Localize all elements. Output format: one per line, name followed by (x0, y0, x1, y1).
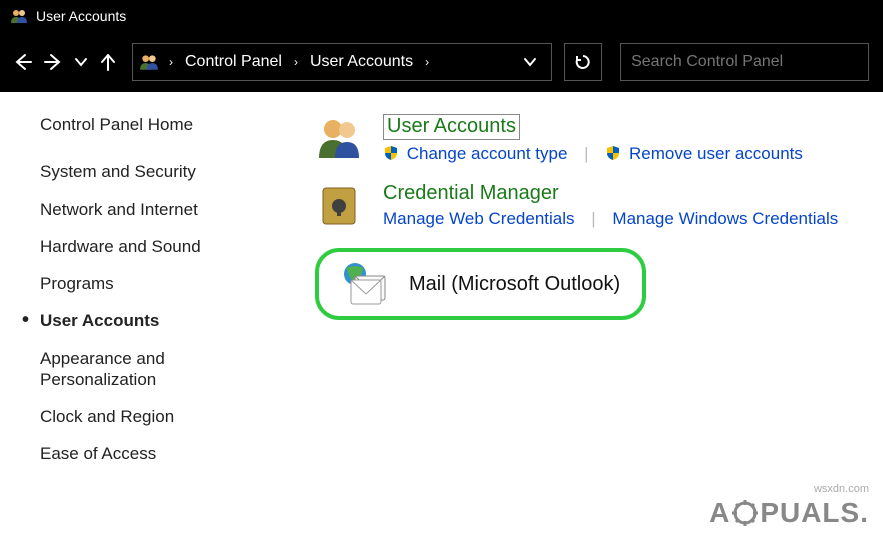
sidebar: Control Panel Home System and Security N… (0, 114, 255, 481)
watermark-sub: wsxdn.com (814, 483, 869, 495)
sidebar-item-hardware[interactable]: Hardware and Sound (40, 236, 255, 257)
main-content: User Accounts Change account type | Remo… (255, 114, 883, 481)
link-remove-user-accounts[interactable]: Remove user accounts (629, 144, 803, 163)
link-manage-web-credentials[interactable]: Manage Web Credentials (383, 209, 575, 228)
sidebar-item-ease[interactable]: Ease of Access (40, 443, 255, 464)
section-user-accounts: User Accounts Change account type | Remo… (315, 114, 863, 164)
breadcrumb[interactable]: › Control Panel › User Accounts › (132, 43, 552, 81)
chevron-right-icon[interactable]: › (288, 55, 304, 69)
user-accounts-icon (315, 114, 363, 162)
back-button[interactable] (8, 48, 36, 76)
search-input[interactable] (621, 53, 868, 71)
search-box[interactable] (620, 43, 869, 81)
heading-user-accounts[interactable]: User Accounts (383, 114, 520, 140)
sidebar-item-clock[interactable]: Clock and Region (40, 406, 255, 427)
highlight-mail: Mail (Microsoft Outlook) (315, 248, 646, 320)
window-title: User Accounts (36, 8, 126, 24)
chevron-right-icon[interactable]: › (419, 55, 435, 69)
section-credential-manager: Credential Manager Manage Web Credential… (315, 182, 863, 230)
link-manage-windows-credentials[interactable]: Manage Windows Credentials (612, 209, 838, 228)
chevron-down-icon[interactable] (515, 55, 545, 69)
navbar: › Control Panel › User Accounts › (0, 32, 883, 92)
link-change-account-type[interactable]: Change account type (407, 144, 568, 163)
mail-icon (341, 260, 389, 308)
sidebar-item-user-accounts[interactable]: User Accounts (40, 310, 255, 331)
credential-manager-icon (315, 182, 363, 230)
users-icon (139, 53, 159, 71)
users-icon (10, 8, 28, 24)
refresh-button[interactable] (564, 43, 602, 81)
heading-mail[interactable]: Mail (Microsoft Outlook) (409, 273, 620, 296)
chevron-right-icon[interactable]: › (163, 55, 179, 69)
forward-button[interactable] (40, 48, 68, 76)
watermark-suffix: PUALS. (760, 497, 869, 529)
divider: | (584, 144, 588, 163)
up-button[interactable] (94, 48, 122, 76)
titlebar: User Accounts (0, 0, 883, 32)
watermark-prefix: A (709, 497, 730, 529)
shield-icon (383, 145, 399, 161)
recent-dropdown[interactable] (72, 48, 90, 76)
sidebar-item-home[interactable]: Control Panel Home (40, 114, 255, 135)
shield-icon (605, 145, 621, 161)
sidebar-item-system[interactable]: System and Security (40, 161, 255, 182)
sidebar-item-appearance[interactable]: Appearance and Personalization (40, 348, 255, 391)
sidebar-item-network[interactable]: Network and Internet (40, 199, 255, 220)
divider: | (591, 209, 595, 228)
watermark: A PUALS. (709, 497, 869, 529)
heading-credential-manager[interactable]: Credential Manager (383, 182, 559, 205)
sidebar-item-programs[interactable]: Programs (40, 273, 255, 294)
crumb-control-panel[interactable]: Control Panel (179, 53, 288, 71)
crumb-user-accounts[interactable]: User Accounts (304, 53, 419, 71)
gear-icon (732, 500, 758, 526)
